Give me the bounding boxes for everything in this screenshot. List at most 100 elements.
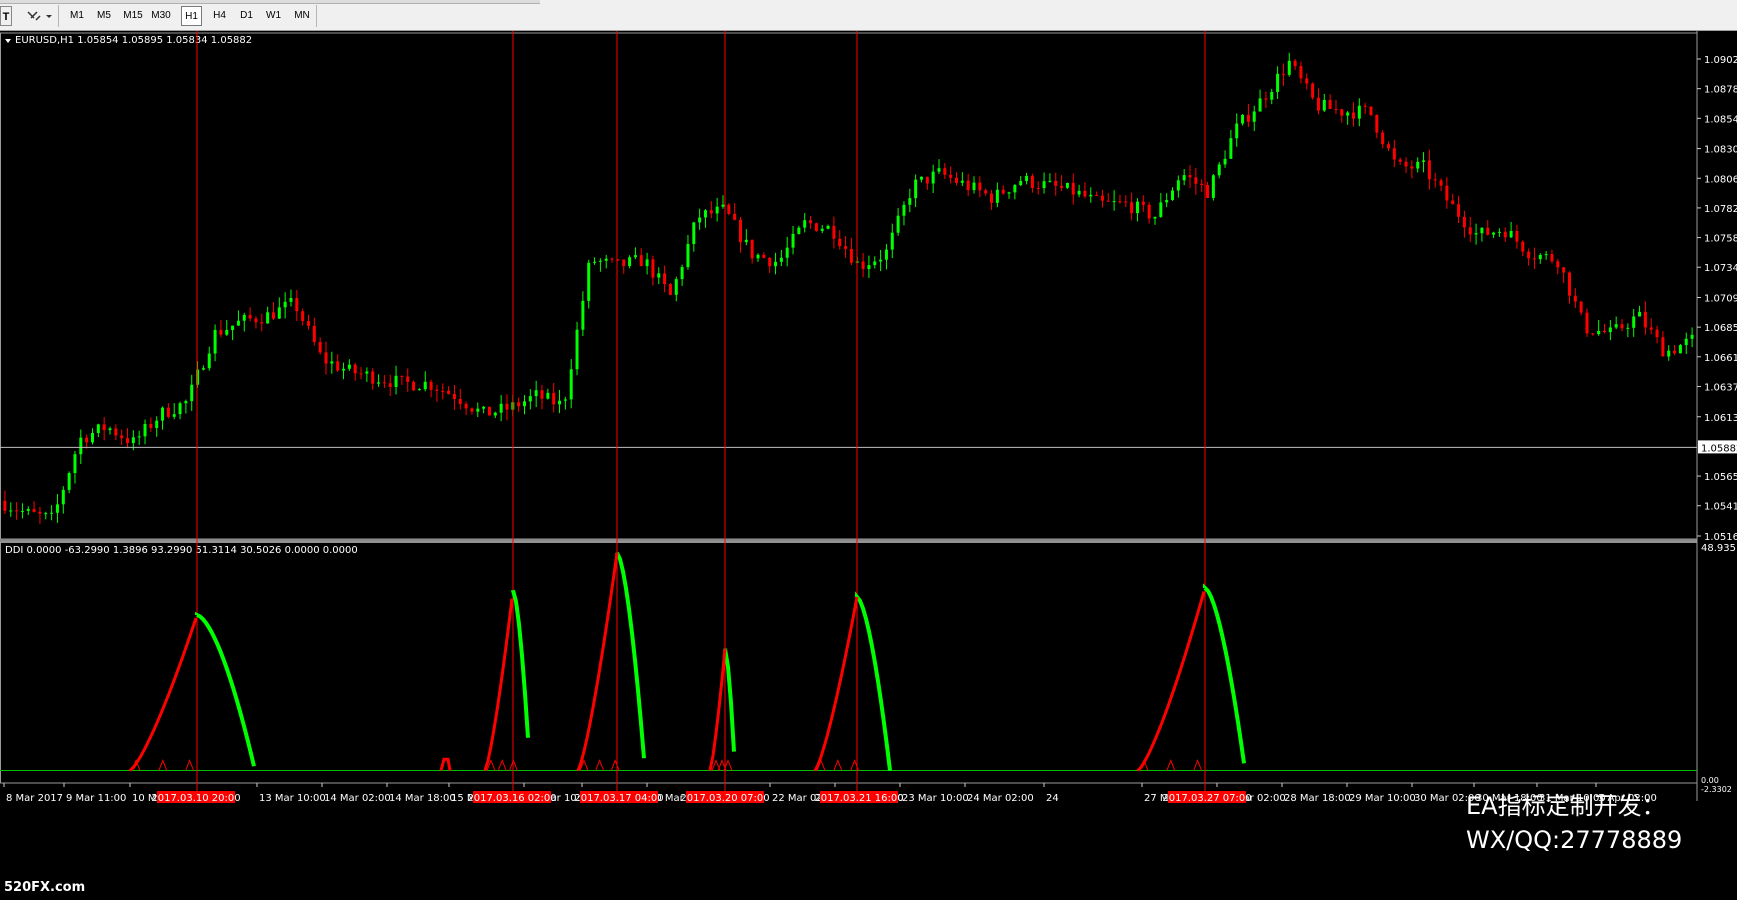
candle-body — [1311, 83, 1315, 98]
candle-body — [937, 168, 941, 172]
candle-body — [1025, 175, 1029, 182]
candle-body — [534, 390, 538, 397]
timeframe-button-mn[interactable]: MN — [291, 6, 313, 26]
candle-body — [318, 341, 322, 353]
watermark: EA指标定制开发： WX/QQ:27778889 — [1466, 789, 1682, 857]
candle-body — [271, 312, 275, 319]
toolbar-separator — [316, 5, 317, 27]
candle-body — [762, 254, 766, 258]
chart-menu-icon[interactable] — [5, 39, 11, 43]
candle-body — [306, 321, 310, 326]
candle-body — [435, 389, 439, 391]
candle-body — [9, 510, 13, 512]
candle-body — [1433, 179, 1437, 181]
candle-body — [1340, 109, 1344, 116]
candle-body — [1503, 231, 1507, 238]
candle-body — [493, 412, 497, 416]
indicator-axis-zero: 0.00 — [1701, 776, 1719, 785]
candle-body — [452, 393, 456, 400]
candle-body — [1562, 267, 1566, 273]
candle-body — [1585, 312, 1589, 334]
candle-body — [1036, 187, 1040, 189]
time-marker-label: 2017.03.10 20:00 — [151, 793, 240, 804]
candle-body — [441, 390, 445, 392]
candle-body — [1468, 227, 1472, 235]
candle-body — [1626, 327, 1630, 329]
shapes-icon — [27, 11, 52, 21]
candle-body — [1357, 105, 1361, 119]
price-axis-label: 1.09025 — [1704, 55, 1737, 66]
candle-body — [505, 403, 509, 410]
candle-body — [528, 396, 532, 402]
candle-body — [569, 369, 573, 400]
candle-body — [32, 508, 36, 512]
candle-body — [1246, 114, 1250, 122]
candle-body — [581, 300, 585, 330]
candle-body — [26, 508, 30, 511]
candle-body — [1351, 112, 1355, 119]
current-price-label: 1.05882 — [1701, 443, 1737, 454]
candle-body — [1048, 180, 1052, 182]
candle-body — [1387, 144, 1391, 149]
candle-body — [1328, 99, 1332, 109]
candle-body — [283, 301, 287, 308]
candle-body — [1445, 185, 1449, 201]
candle-body — [482, 406, 486, 409]
timeframe-button-m5[interactable]: M5 — [95, 6, 113, 26]
candle-body — [1241, 114, 1245, 124]
watermark-line2: WX/QQ:27778889 — [1466, 826, 1683, 854]
toolbar-separator — [58, 5, 59, 27]
candle-body — [797, 227, 801, 234]
candle-body — [645, 259, 649, 267]
candle-body — [219, 329, 223, 335]
timeframe-button-m15[interactable]: M15 — [121, 6, 145, 26]
candle-body — [114, 428, 118, 436]
indicator-arrow-marker — [1193, 759, 1203, 771]
timeframe-button-m30[interactable]: M30 — [149, 6, 173, 26]
candle-body — [61, 489, 65, 505]
candle-body — [1100, 195, 1104, 201]
candle-body — [978, 182, 982, 191]
candle-body — [476, 408, 480, 412]
candle-body — [1089, 194, 1093, 197]
candle-body — [1597, 330, 1601, 335]
candle-body — [1649, 327, 1653, 330]
candle-body — [1673, 350, 1677, 354]
timeframe-button-h1[interactable]: H1 — [181, 6, 202, 26]
candle-body — [1392, 148, 1396, 160]
candle-body — [55, 504, 59, 513]
timeframe-button-w1[interactable]: W1 — [263, 6, 284, 26]
candle-body — [1188, 175, 1192, 178]
candle-body — [266, 312, 270, 324]
candle-body — [756, 254, 760, 259]
candle-body — [394, 375, 398, 387]
price-axis-label: 1.07580 — [1704, 234, 1737, 245]
candle-body — [1346, 112, 1350, 116]
chart-canvas[interactable]: EURUSD,H1 1.05854 1.05895 1.05834 1.0588… — [0, 31, 1737, 900]
text-tool-button[interactable]: T — [0, 6, 12, 26]
candle-body — [359, 373, 363, 375]
candle-body — [464, 403, 468, 409]
timeframe-button-m1[interactable]: M1 — [68, 6, 86, 26]
time-axis-label: 23 Mar 10:00 — [902, 793, 969, 804]
time-axis-label: 28 Mar 18:00 — [1284, 793, 1351, 804]
candle-body — [1077, 190, 1081, 195]
indicator-bar-red — [708, 648, 727, 771]
indicator-bar-red — [813, 596, 859, 772]
price-axis-label: 1.07820 — [1704, 204, 1737, 215]
time-axis-label: 24 — [1046, 793, 1059, 804]
candle-body — [1106, 200, 1110, 202]
candle-body — [663, 273, 667, 285]
candle-body — [774, 261, 778, 267]
candle-body — [709, 210, 713, 214]
timeframe-button-d1[interactable]: D1 — [236, 6, 257, 26]
time-marker-label: 2017.03.27 07:00 — [1162, 793, 1251, 804]
candle-body — [1690, 334, 1694, 339]
chart-window[interactable]: EURUSD,H1 1.05854 1.05895 1.05834 1.0588… — [0, 31, 1737, 900]
timeframe-button-h4[interactable]: H4 — [209, 6, 230, 26]
candle-body — [242, 314, 246, 321]
shapes-tool-button[interactable] — [22, 6, 54, 26]
candle-body — [225, 329, 229, 335]
candle-body — [184, 401, 188, 404]
candle-body — [668, 284, 672, 295]
